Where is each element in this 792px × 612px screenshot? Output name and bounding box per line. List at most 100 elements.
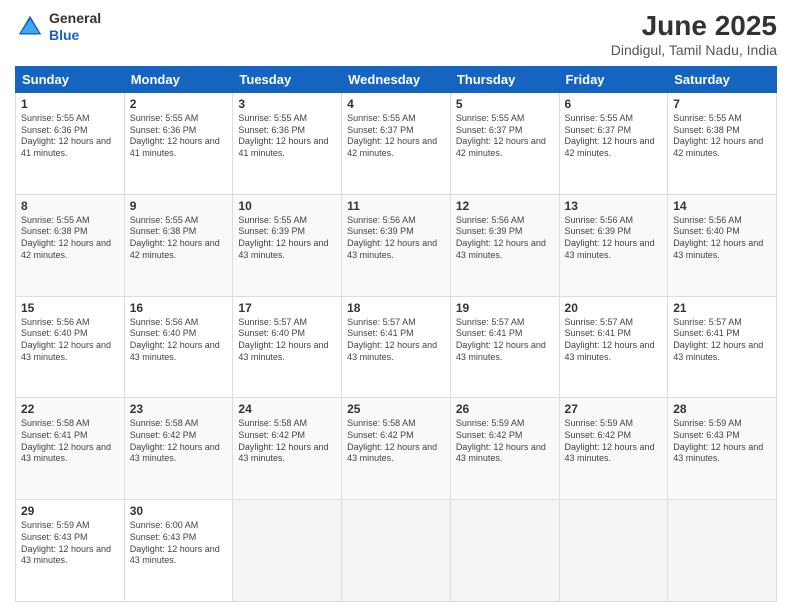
day-info: Sunrise: 5:58 AM Sunset: 6:42 PM Dayligh… — [130, 418, 228, 465]
col-monday: Monday — [124, 67, 233, 93]
sunrise-text: Sunrise: 5:56 AM — [565, 215, 634, 225]
sunset-text: Sunset: 6:38 PM — [21, 226, 88, 236]
daylight-text: Daylight: 12 hours and 43 minutes. — [565, 238, 655, 260]
table-row: 10 Sunrise: 5:55 AM Sunset: 6:39 PM Dayl… — [233, 194, 342, 296]
day-number: 2 — [130, 97, 228, 111]
daylight-text: Daylight: 12 hours and 43 minutes. — [565, 442, 655, 464]
daylight-text: Daylight: 12 hours and 43 minutes. — [565, 340, 655, 362]
day-info: Sunrise: 5:59 AM Sunset: 6:43 PM Dayligh… — [673, 418, 771, 465]
daylight-text: Daylight: 12 hours and 43 minutes. — [130, 442, 220, 464]
sunset-text: Sunset: 6:39 PM — [456, 226, 523, 236]
day-info: Sunrise: 5:55 AM Sunset: 6:37 PM Dayligh… — [565, 113, 663, 160]
day-info: Sunrise: 5:55 AM Sunset: 6:36 PM Dayligh… — [21, 113, 119, 160]
day-number: 6 — [565, 97, 663, 111]
col-sunday: Sunday — [16, 67, 125, 93]
day-info: Sunrise: 5:58 AM Sunset: 6:42 PM Dayligh… — [347, 418, 445, 465]
day-info: Sunrise: 5:57 AM Sunset: 6:41 PM Dayligh… — [347, 317, 445, 364]
sunset-text: Sunset: 6:42 PM — [130, 430, 197, 440]
table-row: 1 Sunrise: 5:55 AM Sunset: 6:36 PM Dayli… — [16, 93, 125, 195]
logo-icon — [15, 12, 45, 42]
day-info: Sunrise: 5:56 AM Sunset: 6:40 PM Dayligh… — [130, 317, 228, 364]
sunset-text: Sunset: 6:39 PM — [238, 226, 305, 236]
daylight-text: Daylight: 12 hours and 43 minutes. — [238, 340, 328, 362]
logo-blue: Blue — [49, 27, 101, 44]
sunrise-text: Sunrise: 5:57 AM — [565, 317, 634, 327]
sunset-text: Sunset: 6:40 PM — [673, 226, 740, 236]
sunrise-text: Sunrise: 5:58 AM — [21, 418, 90, 428]
day-info: Sunrise: 5:57 AM Sunset: 6:41 PM Dayligh… — [565, 317, 663, 364]
sunrise-text: Sunrise: 5:56 AM — [456, 215, 525, 225]
sunset-text: Sunset: 6:42 PM — [456, 430, 523, 440]
table-row: 30 Sunrise: 6:00 AM Sunset: 6:43 PM Dayl… — [124, 500, 233, 602]
table-row: 5 Sunrise: 5:55 AM Sunset: 6:37 PM Dayli… — [450, 93, 559, 195]
daylight-text: Daylight: 12 hours and 42 minutes. — [456, 136, 546, 158]
table-row: 24 Sunrise: 5:58 AM Sunset: 6:42 PM Dayl… — [233, 398, 342, 500]
day-number: 23 — [130, 402, 228, 416]
sunrise-text: Sunrise: 5:55 AM — [456, 113, 525, 123]
sunset-text: Sunset: 6:39 PM — [565, 226, 632, 236]
sunrise-text: Sunrise: 5:55 AM — [238, 113, 307, 123]
daylight-text: Daylight: 12 hours and 42 minutes. — [673, 136, 763, 158]
sunrise-text: Sunrise: 5:55 AM — [130, 113, 199, 123]
sunset-text: Sunset: 6:38 PM — [130, 226, 197, 236]
daylight-text: Daylight: 12 hours and 43 minutes. — [347, 238, 437, 260]
day-number: 13 — [565, 199, 663, 213]
sunrise-text: Sunrise: 5:55 AM — [21, 215, 90, 225]
daylight-text: Daylight: 12 hours and 41 minutes. — [21, 136, 111, 158]
table-row: 27 Sunrise: 5:59 AM Sunset: 6:42 PM Dayl… — [559, 398, 668, 500]
day-number: 17 — [238, 301, 336, 315]
day-number: 15 — [21, 301, 119, 315]
day-number: 12 — [456, 199, 554, 213]
month-title: June 2025 — [611, 10, 777, 42]
col-tuesday: Tuesday — [233, 67, 342, 93]
table-row: 20 Sunrise: 5:57 AM Sunset: 6:41 PM Dayl… — [559, 296, 668, 398]
table-row — [342, 500, 451, 602]
day-info: Sunrise: 6:00 AM Sunset: 6:43 PM Dayligh… — [130, 520, 228, 567]
calendar-page: General Blue June 2025 Dindigul, Tamil N… — [0, 0, 792, 612]
sunrise-text: Sunrise: 5:56 AM — [347, 215, 416, 225]
sunset-text: Sunset: 6:36 PM — [238, 125, 305, 135]
day-info: Sunrise: 5:57 AM Sunset: 6:41 PM Dayligh… — [456, 317, 554, 364]
sunset-text: Sunset: 6:37 PM — [456, 125, 523, 135]
daylight-text: Daylight: 12 hours and 43 minutes. — [238, 442, 328, 464]
daylight-text: Daylight: 12 hours and 42 minutes. — [130, 238, 220, 260]
sunrise-text: Sunrise: 5:55 AM — [565, 113, 634, 123]
page-header: General Blue June 2025 Dindigul, Tamil N… — [15, 10, 777, 58]
daylight-text: Daylight: 12 hours and 43 minutes. — [130, 340, 220, 362]
sunset-text: Sunset: 6:41 PM — [347, 328, 414, 338]
daylight-text: Daylight: 12 hours and 43 minutes. — [456, 340, 546, 362]
sunset-text: Sunset: 6:43 PM — [673, 430, 740, 440]
table-row: 21 Sunrise: 5:57 AM Sunset: 6:41 PM Dayl… — [668, 296, 777, 398]
calendar-week-row: 1 Sunrise: 5:55 AM Sunset: 6:36 PM Dayli… — [16, 93, 777, 195]
day-info: Sunrise: 5:55 AM Sunset: 6:37 PM Dayligh… — [456, 113, 554, 160]
day-number: 25 — [347, 402, 445, 416]
day-number: 1 — [21, 97, 119, 111]
calendar-week-row: 22 Sunrise: 5:58 AM Sunset: 6:41 PM Dayl… — [16, 398, 777, 500]
sunset-text: Sunset: 6:41 PM — [673, 328, 740, 338]
day-number: 18 — [347, 301, 445, 315]
sunset-text: Sunset: 6:36 PM — [21, 125, 88, 135]
daylight-text: Daylight: 12 hours and 43 minutes. — [673, 340, 763, 362]
day-number: 10 — [238, 199, 336, 213]
sunset-text: Sunset: 6:42 PM — [565, 430, 632, 440]
day-info: Sunrise: 5:56 AM Sunset: 6:39 PM Dayligh… — [565, 215, 663, 262]
table-row: 7 Sunrise: 5:55 AM Sunset: 6:38 PM Dayli… — [668, 93, 777, 195]
sunset-text: Sunset: 6:37 PM — [565, 125, 632, 135]
day-number: 8 — [21, 199, 119, 213]
table-row: 26 Sunrise: 5:59 AM Sunset: 6:42 PM Dayl… — [450, 398, 559, 500]
sunrise-text: Sunrise: 5:59 AM — [565, 418, 634, 428]
day-info: Sunrise: 5:55 AM Sunset: 6:38 PM Dayligh… — [673, 113, 771, 160]
daylight-text: Daylight: 12 hours and 43 minutes. — [347, 442, 437, 464]
day-number: 30 — [130, 504, 228, 518]
daylight-text: Daylight: 12 hours and 42 minutes. — [565, 136, 655, 158]
table-row: 29 Sunrise: 5:59 AM Sunset: 6:43 PM Dayl… — [16, 500, 125, 602]
day-number: 22 — [21, 402, 119, 416]
day-info: Sunrise: 5:55 AM Sunset: 6:36 PM Dayligh… — [130, 113, 228, 160]
day-info: Sunrise: 5:56 AM Sunset: 6:39 PM Dayligh… — [456, 215, 554, 262]
col-wednesday: Wednesday — [342, 67, 451, 93]
day-info: Sunrise: 5:58 AM Sunset: 6:42 PM Dayligh… — [238, 418, 336, 465]
table-row — [450, 500, 559, 602]
sunset-text: Sunset: 6:43 PM — [130, 532, 197, 542]
day-number: 21 — [673, 301, 771, 315]
table-row: 28 Sunrise: 5:59 AM Sunset: 6:43 PM Dayl… — [668, 398, 777, 500]
